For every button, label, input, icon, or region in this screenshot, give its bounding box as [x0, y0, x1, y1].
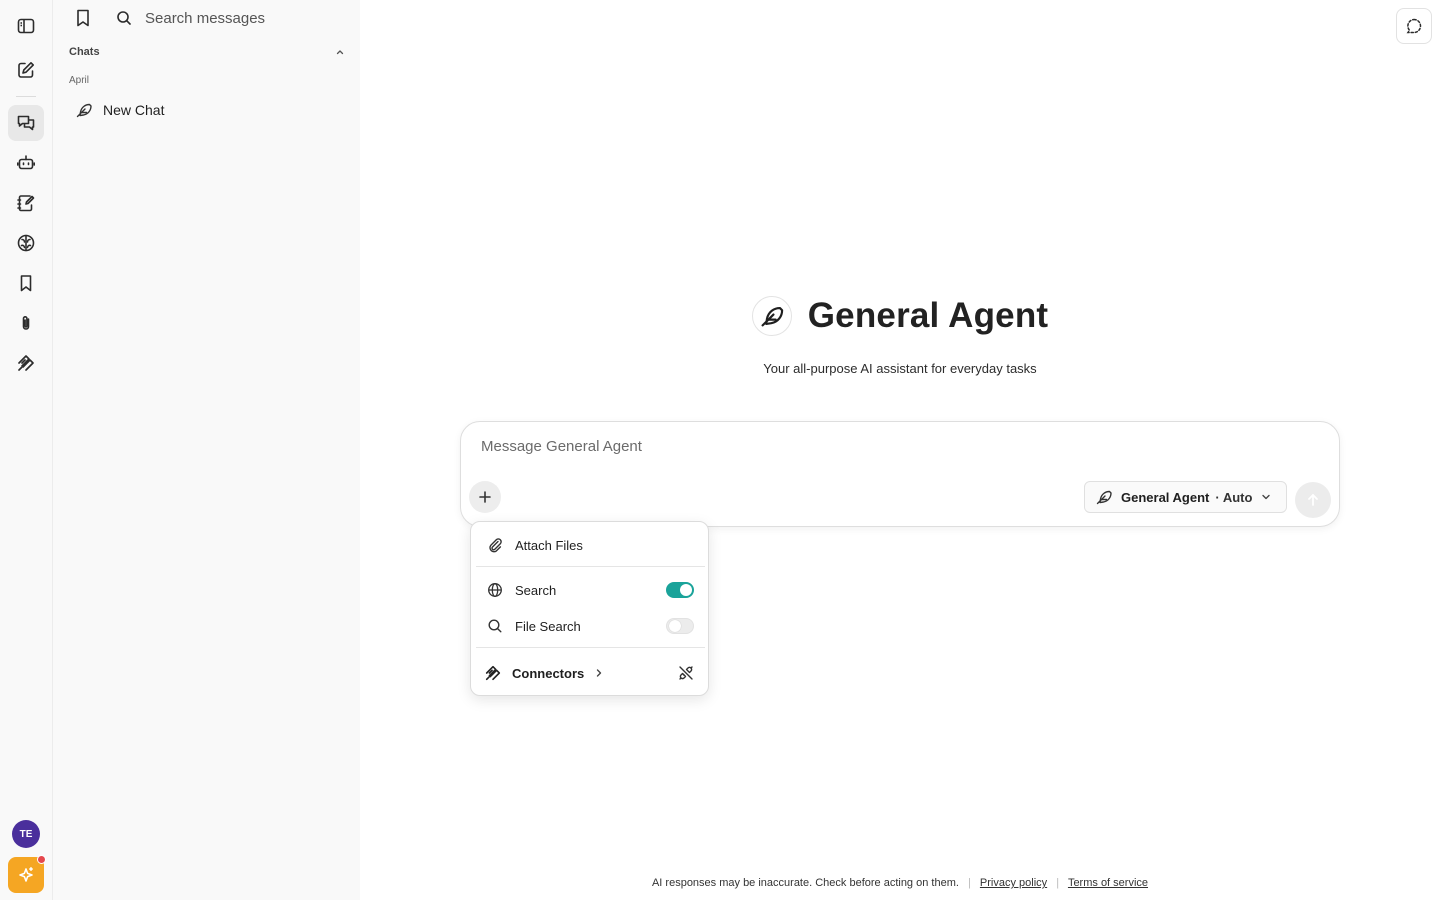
app-root: TE Chats April: [0, 0, 1440, 900]
message-composer: General Agent · Auto: [460, 421, 1340, 527]
terms-of-service-link[interactable]: Terms of service: [1068, 877, 1148, 889]
search-toggle-item[interactable]: Search: [471, 575, 710, 605]
menu-divider: [476, 566, 705, 567]
privacy-policy-link[interactable]: Privacy policy: [980, 877, 1047, 889]
brain-icon[interactable]: [8, 225, 44, 261]
chat-list-item[interactable]: New Chat: [69, 98, 345, 122]
bookmark-icon[interactable]: [8, 265, 44, 301]
footer-separator: |: [1056, 877, 1060, 889]
connectors-label: Connectors: [512, 665, 585, 681]
attach-files-label: Attach Files: [515, 537, 583, 553]
search-icon: [115, 9, 133, 27]
send-button[interactable]: [1295, 482, 1331, 518]
menu-divider: [476, 647, 705, 648]
chat-sidebar: Chats April New Chat: [53, 0, 360, 900]
feather-icon: [1095, 488, 1113, 506]
bot-icon[interactable]: [8, 145, 44, 181]
chats-icon[interactable]: [8, 105, 44, 141]
icon-rail: TE: [0, 0, 53, 900]
model-name: General Agent: [1121, 489, 1210, 505]
search-messages[interactable]: [115, 6, 345, 30]
rail-divider: [16, 96, 36, 97]
chat-title: New Chat: [103, 102, 165, 118]
globe-icon: [487, 582, 503, 598]
chats-section-label: Chats: [69, 46, 100, 58]
footer-disclaimer: AI responses may be inaccurate. Check be…: [360, 877, 1440, 889]
chevron-down-icon: [1260, 491, 1272, 503]
sidebar-toggle-icon[interactable]: [8, 8, 44, 44]
feather-icon: [75, 101, 93, 119]
paperclip-icon[interactable]: [8, 305, 44, 341]
chevron-right-icon: [594, 668, 604, 678]
connectors-icon: [484, 664, 502, 682]
compose-icon[interactable]: [8, 52, 44, 88]
connectors-item[interactable]: Connectors: [471, 658, 710, 688]
model-selector[interactable]: General Agent · Auto: [1084, 481, 1287, 513]
spark-icon[interactable]: [8, 855, 46, 893]
disclaimer-text: AI responses may be inaccurate. Check be…: [651, 877, 959, 889]
unplug-icon[interactable]: [678, 665, 694, 681]
date-group-label: April: [69, 75, 90, 86]
chat-bubble-icon: [1405, 17, 1423, 35]
plus-icon: [478, 490, 492, 504]
model-mode: · Auto: [1215, 489, 1253, 505]
arrow-up-icon: [1305, 492, 1321, 508]
agent-feather-icon: [751, 296, 792, 336]
toggle-knob: [680, 584, 692, 596]
agent-title: General Agent: [807, 296, 1049, 335]
user-avatar[interactable]: TE: [12, 820, 40, 848]
main-panel: General Agent Your all-purpose AI assist…: [360, 0, 1440, 900]
search-icon: [487, 618, 503, 634]
file-search-label: File Search: [515, 618, 581, 634]
search-input[interactable]: [145, 9, 345, 27]
file-search-toggle[interactable]: [666, 618, 694, 634]
agent-header: General Agent: [360, 294, 1440, 338]
message-input[interactable]: [481, 438, 1281, 464]
attach-files-item[interactable]: Attach Files: [471, 530, 710, 560]
paperclip-icon: [487, 537, 503, 553]
footer-separator: |: [967, 877, 971, 889]
search-label: Search: [515, 582, 557, 598]
notification-dot: [37, 855, 46, 864]
chevron-up-icon[interactable]: [335, 47, 345, 57]
search-toggle[interactable]: [666, 582, 694, 598]
toggle-knob: [669, 620, 681, 632]
tools-menu: Attach Files Search File Search Connecto…: [470, 521, 709, 696]
agent-subtitle: Your all-purpose AI assistant for everyd…: [763, 361, 1037, 376]
bookmarks-icon[interactable]: [73, 7, 93, 29]
file-search-toggle-item[interactable]: File Search: [471, 611, 710, 641]
connectors-icon[interactable]: [8, 345, 44, 381]
prompts-icon[interactable]: [8, 185, 44, 221]
chats-section-header[interactable]: Chats: [69, 44, 345, 60]
new-temporary-chat-button[interactable]: [1396, 8, 1432, 44]
add-tools-button[interactable]: [469, 481, 501, 513]
sidebar-header: [53, 0, 360, 36]
